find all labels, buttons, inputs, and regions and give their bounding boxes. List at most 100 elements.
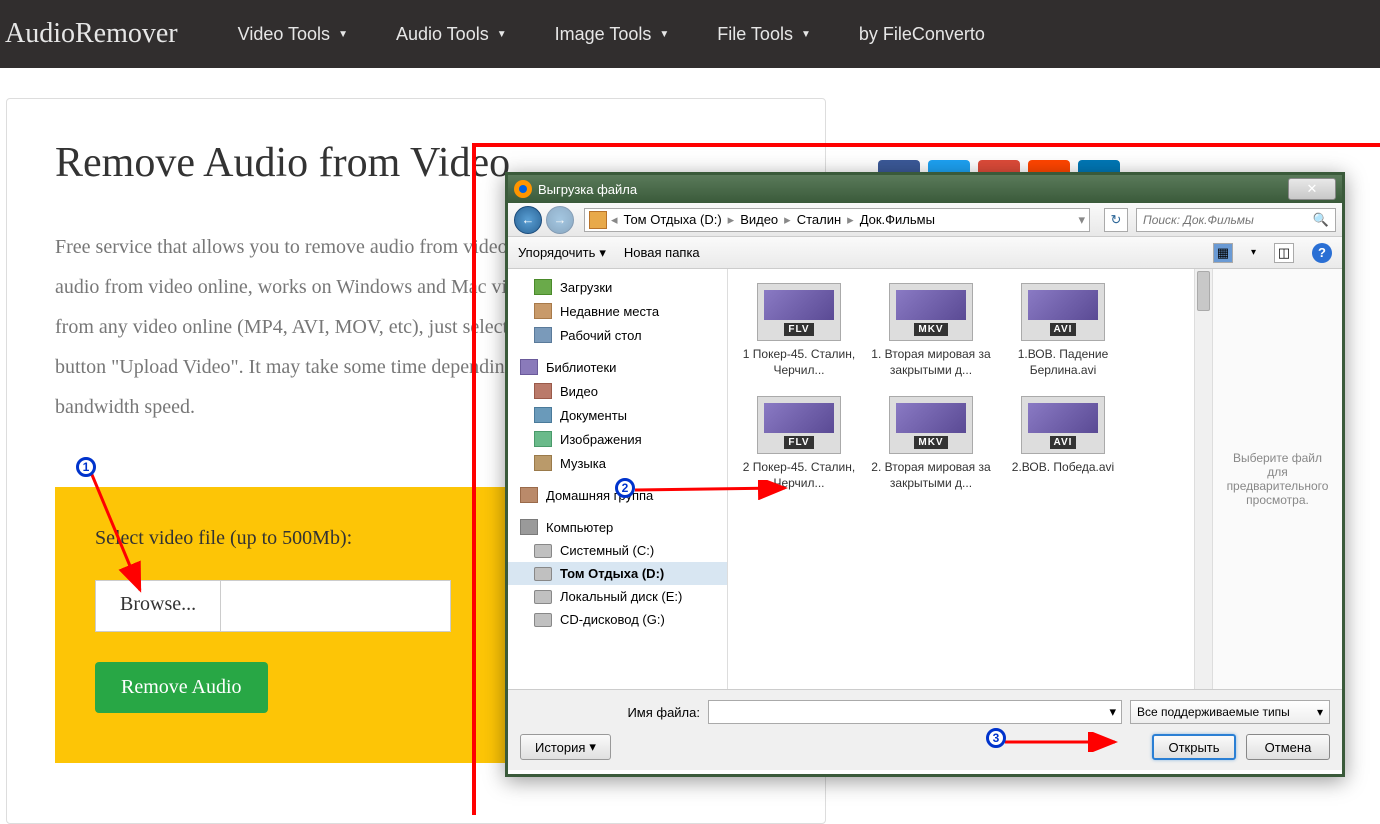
caret-down-icon: ▼	[497, 29, 507, 40]
filename-label: Имя файла:	[520, 705, 700, 720]
breadcrumb-item[interactable]: Видео	[734, 212, 784, 227]
folder-icon	[589, 211, 607, 229]
file-ext-badge: AVI	[1050, 323, 1077, 336]
tree-documents[interactable]: Документы	[508, 403, 727, 427]
chevron-down-icon[interactable]: ▾	[1251, 247, 1256, 258]
file-ext-badge: FLV	[784, 436, 813, 449]
tree-recent[interactable]: Недавние места	[508, 299, 727, 323]
file-name: 1 Покер-45. Сталин, Черчил...	[738, 347, 860, 378]
tree-downloads[interactable]: Загрузки	[508, 275, 727, 299]
tree-images[interactable]: Изображения	[508, 427, 727, 451]
tree-label: Музыка	[560, 456, 606, 471]
nav-video-tools[interactable]: Video Tools▼	[238, 24, 348, 45]
file-item[interactable]: FLV2 Покер-45. Сталин, Черчил...	[734, 392, 864, 495]
chevron-down-icon: ▾	[599, 245, 606, 261]
preview-pane: Выберите файл для предварительного просм…	[1212, 269, 1342, 689]
file-upload-dialog: Выгрузка файла ✕ ← → ◂ Том Отдыха (D:) ▸…	[505, 172, 1345, 777]
tree-drive-cd[interactable]: CD-дисковод (G:)	[508, 608, 727, 631]
breadcrumb[interactable]: ◂ Том Отдыха (D:) ▸ Видео ▸ Сталин ▸ Док…	[584, 208, 1090, 232]
history-label: История	[535, 740, 585, 755]
nav-by-fileconverto[interactable]: by FileConverto	[859, 24, 985, 45]
filter-label: Все поддерживаемые типы	[1137, 705, 1290, 719]
documents-icon	[534, 407, 552, 423]
file-item[interactable]: AVI2.ВОВ. Победа.avi	[998, 392, 1128, 495]
file-item[interactable]: FLV 1 Покер-45. Сталин, Черчил...	[734, 279, 864, 382]
nav-label: Image Tools	[555, 24, 652, 45]
tree-computer[interactable]: Компьютер	[508, 515, 727, 539]
tree-drive-d[interactable]: Том Отдыха (D:)	[508, 562, 727, 585]
file-thumb: FLV	[757, 396, 841, 454]
tree-drive-e[interactable]: Локальный диск (E:)	[508, 585, 727, 608]
file-name: 2. Вторая мировая за закрытыми д...	[870, 460, 992, 491]
tree-music[interactable]: Музыка	[508, 451, 727, 475]
tree-label: Изображения	[560, 432, 642, 447]
search-icon[interactable]: 🔍	[1313, 212, 1329, 228]
file-item[interactable]: MKV 2. Вторая мировая за закрытыми д...	[866, 392, 996, 495]
nav-file-tools[interactable]: File Tools▼	[717, 24, 811, 45]
chevron-down-icon[interactable]: ▾	[1109, 704, 1116, 720]
file-field[interactable]	[221, 580, 451, 632]
top-nav: AudioRemover Video Tools▼ Audio Tools▼ I…	[0, 0, 1380, 68]
filename-input[interactable]	[708, 700, 1122, 724]
breadcrumb-item[interactable]: Сталин	[791, 212, 847, 227]
nav-audio-tools[interactable]: Audio Tools▼	[396, 24, 507, 45]
refresh-button[interactable]: ↻	[1104, 208, 1128, 232]
tree-label: Том Отдыха (D:)	[560, 566, 664, 581]
downloads-icon	[534, 279, 552, 295]
organize-menu[interactable]: Упорядочить ▾	[518, 245, 606, 261]
caret-down-icon: ▼	[659, 29, 669, 40]
preview-pane-button[interactable]: ◫	[1274, 243, 1294, 263]
organize-label: Упорядочить	[518, 245, 595, 260]
annotation-marker-1: 1	[76, 457, 96, 477]
new-folder-button[interactable]: Новая папка	[624, 245, 700, 260]
dialog-body: Загрузки Недавние места Рабочий стол Биб…	[508, 269, 1342, 689]
file-item[interactable]: MKV1. Вторая мировая за закрытыми д...	[866, 279, 996, 382]
video-icon	[534, 383, 552, 399]
open-button[interactable]: Открыть	[1152, 734, 1236, 760]
file-grid[interactable]: FLV 1 Покер-45. Сталин, Черчил... MKV1. В…	[728, 269, 1194, 689]
file-item[interactable]: AVI 1.ВОВ. Падение Берлина.avi	[998, 279, 1128, 382]
forward-button[interactable]: →	[546, 206, 574, 234]
close-button[interactable]: ✕	[1288, 178, 1336, 200]
tree-desktop[interactable]: Рабочий стол	[508, 323, 727, 347]
dialog-title: Выгрузка файла	[538, 182, 1288, 197]
refresh-icon: ↻	[1111, 212, 1122, 228]
browse-button[interactable]: Browse...	[95, 580, 221, 632]
tree-label: CD-дисковод (G:)	[560, 612, 665, 627]
chevron-down-icon[interactable]: ▾	[1078, 212, 1085, 228]
view-mode-button[interactable]: ▦	[1213, 243, 1233, 263]
dialog-bottom: Имя файла: ▾ Все поддерживаемые типы ▾ Ис…	[508, 689, 1342, 770]
chevron-down-icon: ▾	[589, 739, 596, 755]
file-ext-badge: MKV	[914, 436, 947, 449]
cancel-button[interactable]: Отмена	[1246, 734, 1330, 760]
breadcrumb-item[interactable]: Док.Фильмы	[854, 212, 941, 227]
file-ext-badge: AVI	[1050, 436, 1077, 449]
nav-image-tools[interactable]: Image Tools ▼	[555, 24, 670, 45]
recent-icon	[534, 303, 552, 319]
scrollbar[interactable]	[1194, 269, 1212, 689]
tree-video[interactable]: Видео	[508, 379, 727, 403]
back-button[interactable]: ←	[514, 206, 542, 234]
search-input[interactable]	[1143, 213, 1313, 227]
firefox-icon	[514, 180, 532, 198]
brand-logo[interactable]: AudioRemover	[5, 18, 178, 50]
tree-libraries[interactable]: Библиотеки	[508, 355, 727, 379]
search-box[interactable]: 🔍	[1136, 208, 1336, 232]
file-thumb: MKV	[889, 396, 973, 454]
scrollbar-thumb[interactable]	[1197, 271, 1210, 311]
tree-drive-c[interactable]: Системный (C:)	[508, 539, 727, 562]
chevron-down-icon: ▾	[1317, 705, 1323, 719]
computer-icon	[520, 519, 538, 535]
history-button[interactable]: История ▾	[520, 734, 611, 760]
filetype-select[interactable]: Все поддерживаемые типы ▾	[1130, 700, 1330, 724]
tree-label: Документы	[560, 408, 627, 423]
arrow-left-icon: ←	[522, 212, 535, 227]
breadcrumb-item[interactable]: Том Отдыха (D:)	[618, 212, 728, 227]
file-thumb: FLV	[757, 283, 841, 341]
nav-label: Video Tools	[238, 24, 330, 45]
file-name: 1.ВОВ. Падение Берлина.avi	[1002, 347, 1124, 378]
remove-audio-button[interactable]: Remove Audio	[95, 662, 268, 713]
tree-label: Загрузки	[560, 280, 612, 295]
help-button[interactable]: ?	[1312, 243, 1332, 263]
dialog-titlebar[interactable]: Выгрузка файла ✕	[508, 175, 1342, 203]
